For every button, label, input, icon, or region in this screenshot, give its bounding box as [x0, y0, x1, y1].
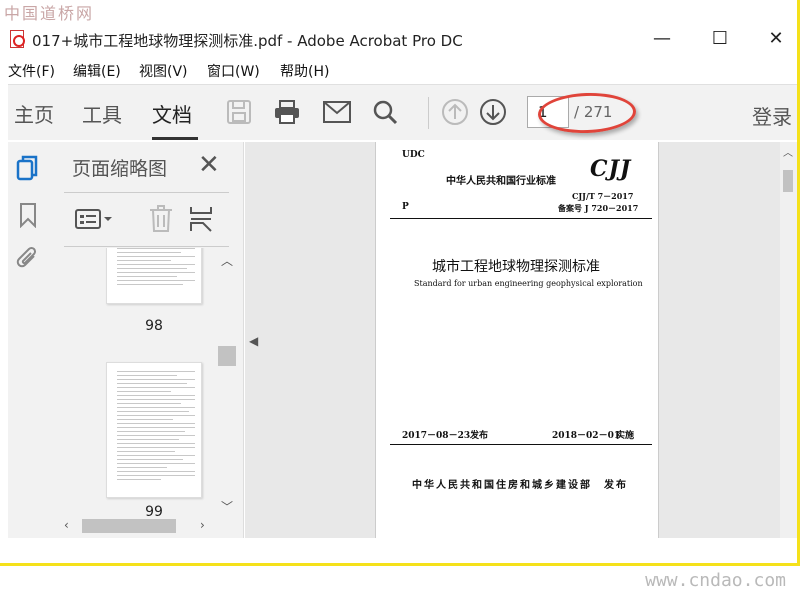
issue-date: 2017－08－23 — [402, 431, 471, 441]
footer-rule — [390, 444, 652, 445]
scroll-right-arrow-icon[interactable]: › — [200, 518, 205, 532]
menu-bar: 文件(F) 编辑(E) 视图(V) 窗口(W) 帮助(H) — [0, 58, 797, 84]
scroll-left-arrow-icon[interactable]: ‹ — [64, 518, 69, 532]
menu-edit[interactable]: 编辑(E) — [73, 61, 121, 81]
insert-page-icon[interactable] — [188, 202, 214, 236]
header-rule — [390, 218, 652, 219]
thumbnail-vertical-scrollbar[interactable]: ︿ ﹀ — [216, 248, 238, 516]
panel-divider — [64, 192, 229, 193]
mail-icon[interactable] — [320, 95, 354, 129]
search-icon[interactable] — [368, 95, 402, 129]
horizontal-scroll-thumb[interactable] — [82, 519, 176, 533]
thumbnail-label: 98 — [145, 318, 163, 334]
thumbnail-horizontal-scrollbar[interactable]: ‹ › — [54, 516, 234, 536]
thumbnail-page-99[interactable] — [106, 362, 202, 498]
pdf-page: UDC 中华人民共和国行业标准 CJJ CJJ/T 7－2017 P 备案号 J… — [375, 142, 659, 538]
maximize-button[interactable]: ☐ — [700, 26, 740, 54]
doc-title-cn: 城市工程地球物理探测标准 — [432, 259, 600, 275]
active-tab-indicator — [152, 137, 198, 140]
login-button[interactable]: 登录 — [752, 101, 792, 130]
document-viewer: ◀ UDC 中华人民共和国行业标准 CJJ CJJ/T 7－2017 P 备案号… — [245, 142, 780, 538]
menu-view[interactable]: 视图(V) — [139, 61, 188, 81]
menu-window[interactable]: 窗口(W) — [207, 61, 260, 81]
thumbnail-page-98[interactable] — [106, 248, 202, 304]
doc-title-en: Standard for urban engineering geophysic… — [414, 279, 643, 288]
thumbnail-list: 98 99 — [54, 248, 226, 516]
doc-record: 备案号 J 720－2017 — [558, 203, 639, 213]
attachment-icon[interactable] — [14, 244, 42, 274]
title-bar: 017+城市工程地球物理探测标准.pdf - Adobe Acrobat Pro… — [0, 26, 797, 58]
tab-tools[interactable]: 工具 — [82, 99, 122, 128]
scroll-up-arrow-icon[interactable]: ︿ — [221, 252, 233, 269]
impl-date: 2018－02－01 — [552, 431, 621, 441]
doc-scroll-thumb[interactable] — [783, 170, 793, 192]
impl-label: 实施 — [616, 431, 635, 441]
cjj-logo: CJJ — [590, 156, 632, 182]
document-vertical-scrollbar[interactable]: ︿ — [780, 142, 797, 538]
minimize-button[interactable]: — — [642, 26, 682, 54]
delete-page-icon[interactable] — [148, 202, 174, 236]
doc-header: 中华人民共和国行业标准 — [446, 176, 556, 187]
panel-title: 页面缩略图 — [72, 158, 168, 180]
toolbar-separator — [428, 97, 429, 129]
next-page-icon[interactable] — [476, 95, 510, 129]
panel-divider — [64, 246, 229, 247]
issue-label: 发布 — [470, 431, 489, 441]
pdf-file-icon — [10, 30, 25, 48]
main-toolbar: 主页 工具 文档 1 / 271 登录 — [8, 84, 797, 140]
print-icon[interactable] — [270, 95, 304, 129]
thumbnail-panel: 页面缩略图 ✕ 98 99 ︿ ﹀ ‹ › — [54, 142, 244, 538]
menu-help[interactable]: 帮助(H) — [280, 61, 329, 81]
bookmark-icon[interactable] — [14, 200, 42, 230]
doc-p: P — [402, 202, 409, 212]
menu-file[interactable]: 文件(F) — [8, 61, 55, 81]
tab-home[interactable]: 主页 — [14, 99, 54, 128]
doc-udc: UDC — [402, 150, 425, 160]
panel-close-button[interactable]: ✕ — [198, 150, 220, 180]
previous-page-icon[interactable] — [438, 95, 472, 129]
vertical-scroll-thumb[interactable] — [218, 346, 236, 366]
doc-code: CJJ/T 7－2017 — [572, 191, 634, 201]
window-title: 017+城市工程地球物理探测标准.pdf - Adobe Acrobat Pro… — [32, 32, 463, 50]
save-icon[interactable] — [222, 95, 256, 129]
issuer: 中华人民共和国住房和城乡建设部 — [412, 480, 592, 491]
close-window-button[interactable]: ✕ — [756, 26, 796, 54]
watermark-bottom: www.cndao.com — [645, 570, 786, 591]
thumbnail-options-button[interactable] — [74, 202, 114, 236]
page-thumbnails-icon[interactable] — [14, 154, 42, 184]
thumbnail-label: 99 — [145, 504, 163, 516]
scroll-down-arrow-icon[interactable]: ﹀ — [221, 498, 233, 515]
navigation-rail — [8, 142, 54, 538]
watermark-top: 中国道桥网 — [4, 4, 95, 23]
issuer-label: 发布 — [604, 480, 628, 491]
collapse-panel-arrow-icon[interactable]: ◀ — [249, 334, 258, 348]
tab-document[interactable]: 文档 — [152, 99, 192, 128]
doc-scroll-up-arrow-icon[interactable]: ︿ — [783, 144, 793, 159]
